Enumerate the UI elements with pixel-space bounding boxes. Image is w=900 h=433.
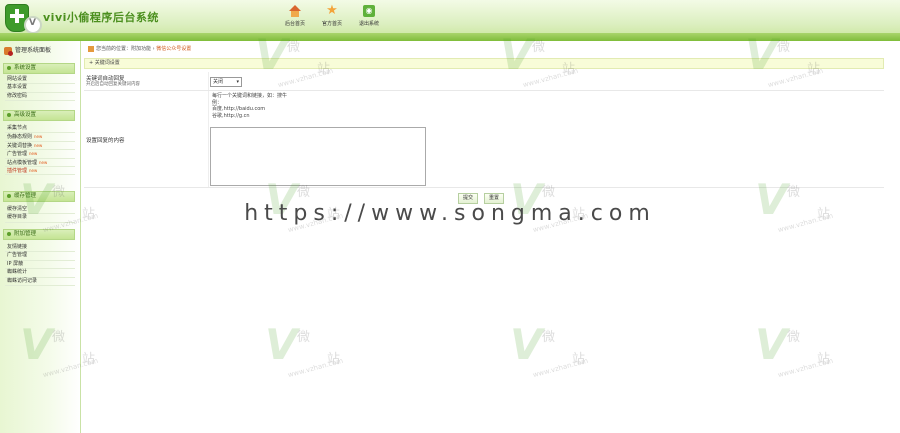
home-mini-icon [88, 45, 94, 52]
watermark-logo: V 微站 www.vzhan.com [500, 30, 579, 90]
lock-icon [4, 46, 13, 56]
nav-home[interactable]: 后台首页 [285, 5, 305, 27]
watermark-logo: V 微站 www.vzhan.com [745, 30, 824, 90]
breadcrumb: 您当前的位置：附加功能 › 微信公众号设置 [88, 45, 191, 52]
watermark-url: https://www.songma.com [244, 201, 656, 226]
new-badge: new [29, 167, 38, 173]
new-badge: new [34, 134, 43, 140]
breadcrumb-current: 微信公众号设置 [156, 46, 192, 52]
sidebar-item[interactable]: 广告管理 [5, 252, 75, 261]
nav-home-label: 后台首页 [285, 21, 306, 27]
sidebar-group-head[interactable]: 系统设置 [3, 63, 75, 74]
sidebar-item[interactable]: 伪静态规则 new [5, 133, 75, 142]
auto-reply-select[interactable]: 关闭 ▾ [210, 77, 242, 87]
sidebar-group-advanced: 高级设置 采集节点 伪静态规则 new 关键词替换 new 广告管理 new 站点模板… [3, 110, 75, 176]
new-badge: new [34, 142, 43, 148]
sidebar-item[interactable]: IP 屏蔽 [5, 261, 75, 270]
sidebar-group-system: 系统设置 网站设置 基本设置 修改密码 [3, 63, 75, 102]
rss-icon: ◉ [363, 5, 375, 17]
nav-official-label: 官方首页 [322, 21, 343, 27]
sidebar-item[interactable]: 基本设置 [5, 84, 75, 93]
star-icon: ★ [326, 3, 338, 18]
nav-logout-label: 退出系统 [359, 21, 380, 27]
watermark-logo: V 微站 www.vzhan.com [755, 320, 834, 380]
home-icon [289, 5, 301, 17]
sidebar-group-extra: 附加管理 友情链接 广告管理 IP 屏蔽 蜘蛛统计 蜘蛛访问记录 [3, 229, 75, 286]
watermark-logo: V 微站 www.vzhan.com [20, 320, 99, 380]
breadcrumb-middle[interactable]: 附加功能 › [131, 46, 155, 52]
auto-reply-sublabel: 开启后自动回复关键词内容 [86, 82, 140, 87]
sidebar-title: 管理系统面板 [4, 45, 51, 56]
sidebar-item[interactable]: 蜘蛛统计 [5, 269, 75, 278]
sidebar-group-head[interactable]: 高级设置 [3, 110, 75, 121]
new-badge: new [39, 159, 48, 165]
sidebar-item[interactable]: 广告管理 new [5, 150, 75, 159]
nav-logout[interactable]: ◉ 退出系统 [359, 5, 379, 27]
logo-badge: V [24, 16, 42, 34]
sidebar-item[interactable]: 站点模板管理 new [5, 159, 75, 167]
brand-title: vivi小偷程序后台系统 [43, 11, 159, 24]
reply-help-text: 每行一个关键词和链接，如：搜牛 例： 百度,http://baidu.com 谷… [212, 93, 288, 119]
nav-official[interactable]: ★ 官方首页 [322, 3, 343, 27]
reply-content-label: 设置回复的内容 [86, 138, 125, 144]
sidebar-item[interactable]: 蜘蛛访问记录 [5, 278, 75, 286]
sidebar-item[interactable]: 关键词替换 new [5, 142, 75, 151]
sidebar-item[interactable]: 采集节点 [5, 125, 75, 134]
watermark-logo: V 微站 www.vzhan.com [265, 320, 344, 380]
new-badge: new [29, 151, 38, 157]
watermark-logo: V 微站 www.vzhan.com [255, 30, 334, 90]
sidebar-item[interactable]: 修改密码 [5, 93, 75, 102]
watermark-logo: V 微站 www.vzhan.com [510, 320, 589, 380]
chevron-down-icon: ▾ [236, 79, 239, 85]
reply-content-row: 设置回复的内容 每行一个关键词和链接，如：搜牛 例： 百度,http://bai… [84, 91, 884, 188]
